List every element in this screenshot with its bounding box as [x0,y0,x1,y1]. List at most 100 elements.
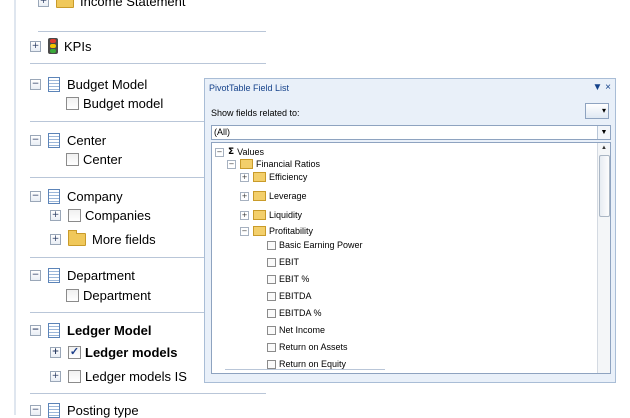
expand-icon[interactable]: + [50,234,61,245]
collapse-icon[interactable]: − [30,135,41,146]
measure-checkbox[interactable] [267,291,276,301]
field-center[interactable]: Center [66,152,122,167]
table-icon [48,403,60,418]
tree-item-posting-type[interactable]: − Posting type [30,403,139,418]
measure-item[interactable]: EBITDA [267,290,312,302]
collapse-icon[interactable]: − [227,159,236,169]
measure-item[interactable]: EBIT % [267,273,309,285]
tree-leverage[interactable]: + Leverage [240,190,307,202]
field-label: Companies [85,208,151,223]
field-label: Center [83,152,123,167]
open-folder-icon [253,226,266,236]
tree-financial-ratios[interactable]: − Financial Ratios [227,158,320,170]
measure-item[interactable]: EBITDA % [267,307,322,319]
scroll-thumb[interactable] [599,155,610,217]
tree-item-label: Posting type [67,403,139,418]
tree-label: Leverage [269,191,307,201]
measure-item[interactable]: Basic Earning Power [267,239,363,251]
expand-icon[interactable]: + [50,210,61,221]
field-checkbox[interactable] [68,209,81,222]
field-label: Ledger models IS [85,369,187,384]
field-label: Ledger models [85,345,178,360]
tree-profitability[interactable]: − Profitability [240,225,313,237]
field-label: More fields [92,232,156,247]
tree-label: Financial Ratios [256,159,321,169]
measure-checkbox[interactable] [267,308,276,318]
panel-title: PivotTable Field List [209,83,290,93]
measure-label: Return on Equity [279,359,347,369]
measure-label: EBIT % [279,274,310,284]
vertical-scrollbar[interactable]: ▲ [597,143,610,373]
fields-filter-combo[interactable]: (All) ▼ [211,125,611,140]
tree-item-department[interactable]: − Department [30,268,135,283]
expand-icon[interactable]: + [240,210,249,220]
panel-close-icon[interactable]: ▼ × [592,79,611,97]
tree-item-kpis[interactable]: + KPIs [30,38,91,54]
layout-button[interactable]: ▾ [585,103,609,119]
field-checkbox[interactable] [66,97,79,110]
collapse-icon[interactable]: − [30,270,41,281]
tree-item-budget-model[interactable]: − Budget Model [30,77,147,92]
field-more-fields[interactable]: + More fields [50,230,156,247]
measure-checkbox[interactable] [267,240,276,250]
table-icon [48,77,60,92]
field-companies[interactable]: + Companies [50,208,151,223]
collapse-icon[interactable]: − [215,147,224,157]
chevron-down-icon[interactable]: ▼ [597,126,610,139]
measure-checkbox[interactable] [267,342,276,352]
measure-label: Net Income [279,325,326,335]
tree-values[interactable]: − Σ Values [215,146,264,158]
folder-icon [68,230,86,246]
checked-checkbox[interactable]: ✓ [68,346,81,359]
folder-icon [56,0,74,8]
scroll-up-icon[interactable]: ▲ [598,143,610,153]
tree-item-label: Company [67,189,123,204]
tree-item-company[interactable]: − Company [30,189,123,204]
measure-checkbox[interactable] [267,274,276,284]
tree-label: Liquidity [269,210,303,220]
tree-item-income-statement[interactable]: + Income Statement [38,0,186,9]
divider [30,63,266,64]
field-checkbox[interactable] [66,289,79,302]
tree-item-center[interactable]: − Center [30,133,106,148]
measure-item[interactable]: EBIT [267,256,299,268]
expand-icon[interactable]: + [240,172,249,182]
tree-item-ledger-model[interactable]: − Ledger Model [30,323,152,338]
expand-icon[interactable]: + [50,371,61,382]
field-department[interactable]: Department [66,288,151,303]
show-fields-label: Show fields related to: [211,108,300,118]
traffic-light-icon [48,38,58,54]
collapse-icon[interactable]: − [30,405,41,416]
measure-item[interactable]: Return on Assets [267,341,348,353]
expand-icon[interactable]: + [30,40,41,52]
folder-icon [253,191,266,201]
expand-icon[interactable]: + [50,347,61,358]
tree-label: Values [237,147,265,157]
measure-item[interactable]: Net Income [267,324,325,336]
field-label: Department [83,288,151,303]
tree-item-label: Department [67,268,135,283]
collapse-icon[interactable]: − [30,191,41,202]
expand-icon[interactable]: + [240,191,249,201]
field-ledger-models[interactable]: + ✓ Ledger models [50,345,177,360]
tree-item-label: Income Statement [80,0,186,9]
field-budget-model[interactable]: Budget model [66,96,163,111]
field-tree: − Σ Values − Financial Ratios + Efficien… [211,142,611,374]
field-label: Budget model [83,96,164,111]
measure-label: EBIT [279,257,300,267]
measure-checkbox[interactable] [267,325,276,335]
measure-label: Return on Assets [279,342,348,352]
tree-efficiency[interactable]: + Efficiency [240,171,307,183]
collapse-icon[interactable]: − [240,226,249,236]
measure-checkbox[interactable] [267,257,276,267]
table-icon [48,268,60,283]
field-checkbox[interactable] [68,370,81,383]
tree-liquidity[interactable]: + Liquidity [240,209,302,221]
measure-checkbox[interactable] [267,359,276,369]
expand-icon[interactable]: + [38,0,49,7]
collapse-icon[interactable]: − [30,325,41,336]
field-checkbox[interactable] [66,153,79,166]
field-ledger-models-is[interactable]: + Ledger models IS [50,369,187,384]
collapse-icon[interactable]: − [30,79,41,90]
table-icon [48,133,60,148]
